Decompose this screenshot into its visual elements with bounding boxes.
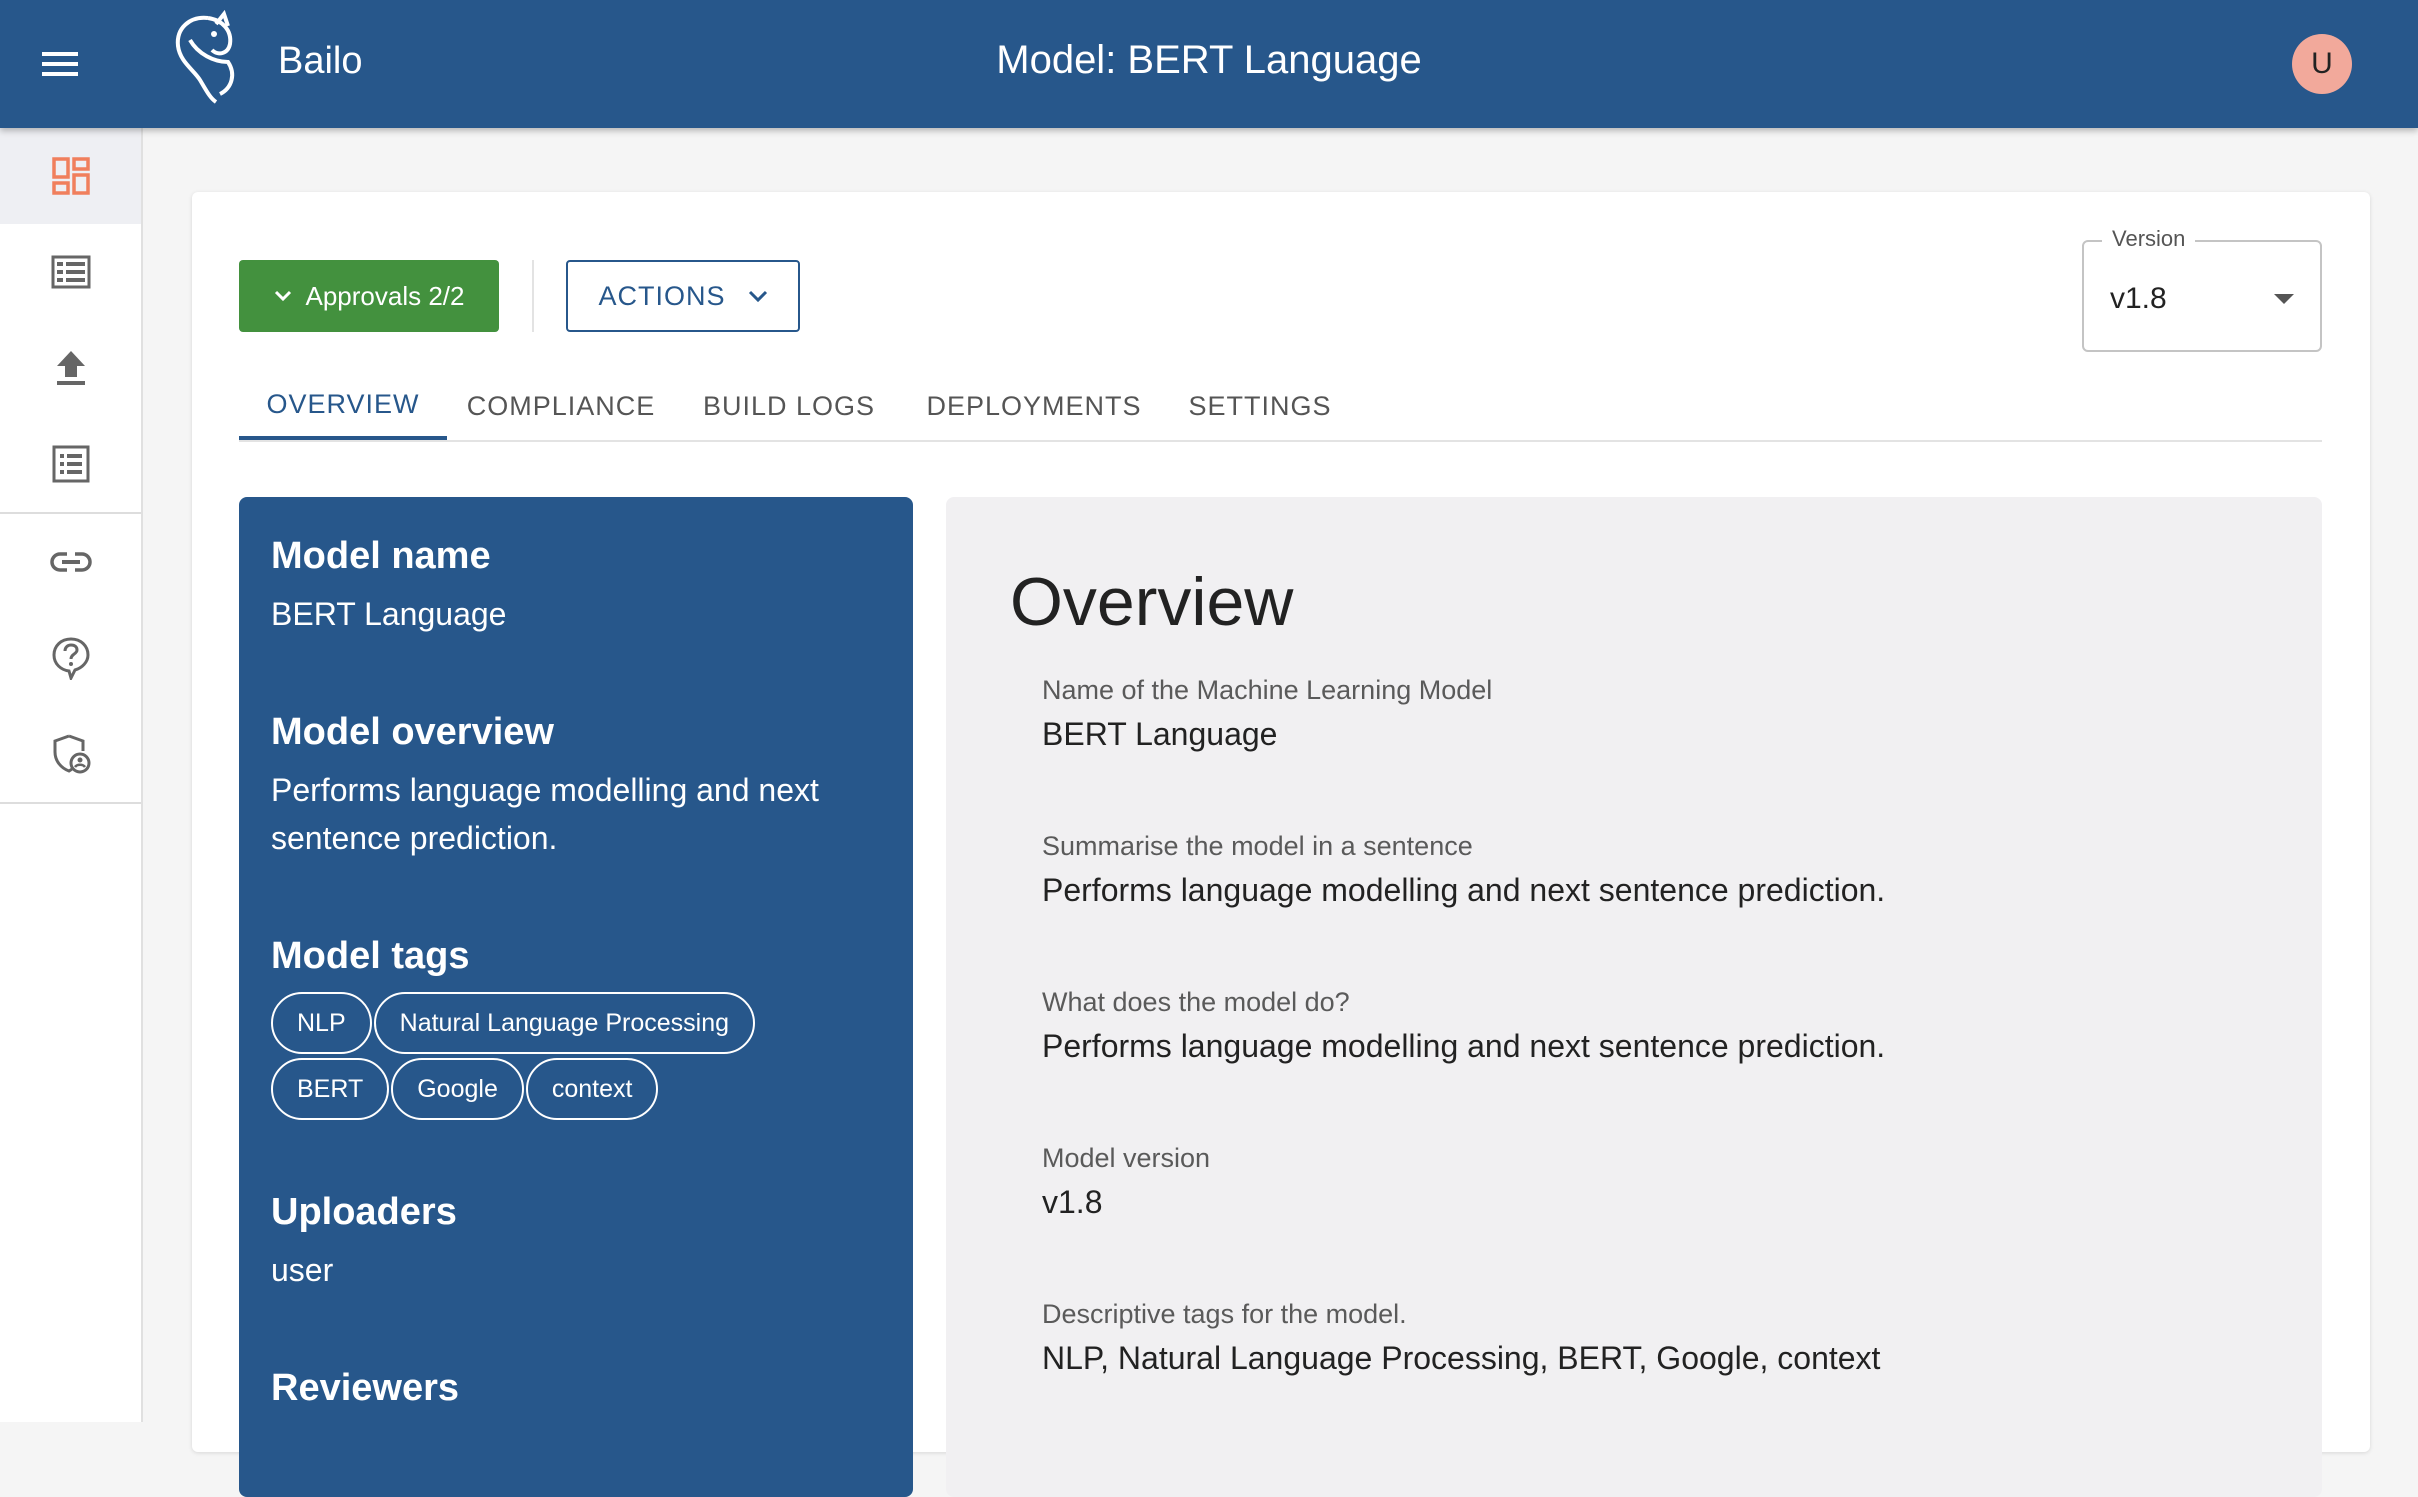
uploaders-value: user <box>271 1252 334 1288</box>
dashboard-icon <box>51 157 90 195</box>
tab-settings[interactable]: SETTINGS <box>1165 372 1355 440</box>
model-tags-heading: Model tags <box>271 935 470 977</box>
tag-chip: context <box>525 1058 659 1120</box>
version-select[interactable]: Version v1.8 <box>2082 226 2322 352</box>
approvals-label: Approvals 2/2 <box>305 280 465 311</box>
field-label: Name of the Machine Learning Model <box>1042 675 1493 705</box>
tag-chip: Natural Language Processing <box>373 992 756 1054</box>
shield-admin-icon <box>53 734 90 774</box>
sidebar-item-link[interactable] <box>0 514 141 610</box>
sidebar-item-upload[interactable] <box>0 320 141 416</box>
field-value: Performs language modelling and next sen… <box>1042 872 1886 908</box>
overview-field: What does the model do? Performs languag… <box>1042 987 2242 1065</box>
model-card: Approvals 2/2 ACTIONS Version v1.8 OVERV… <box>192 192 2370 1497</box>
help-icon <box>51 637 90 680</box>
page-title-wrap: Model: BERT Language <box>0 38 2418 83</box>
sidebar-item-admin[interactable] <box>0 706 141 802</box>
sidebar-divider <box>0 802 141 804</box>
model-name-value: BERT Language <box>271 596 507 632</box>
actions-button[interactable]: ACTIONS <box>566 260 800 332</box>
overview-panel: Overview Name of the Machine Learning Mo… <box>946 497 2322 1497</box>
sidebar-item-list[interactable] <box>0 224 141 320</box>
model-overview-heading: Model overview <box>271 711 554 753</box>
dropdown-caret-icon <box>2274 294 2294 304</box>
model-overview-section: Model overview Performs language modelli… <box>271 711 881 862</box>
overview-title: Overview <box>1010 564 1294 640</box>
checklist-icon <box>52 445 89 483</box>
version-value: v1.8 <box>2110 282 2167 315</box>
model-tags-section: Model tags NLP Natural Language Processi… <box>271 935 881 1122</box>
tag-chip: BERT <box>271 1058 390 1120</box>
field-value: NLP, Natural Language Processing, BERT, … <box>1042 1340 1881 1376</box>
page-title: Model: BERT Language <box>996 38 1422 82</box>
bailo-logo-icon[interactable] <box>170 10 248 106</box>
tag-chip-list: NLP Natural Language Processing BERT Goo… <box>271 992 791 1122</box>
tab-build-logs[interactable]: BUILD LOGS <box>675 372 903 440</box>
chevron-down-icon <box>748 290 767 302</box>
field-label: What does the model do? <box>1042 987 1350 1017</box>
toolbar-divider <box>532 260 534 332</box>
tab-bar: OVERVIEW COMPLIANCE BUILD LOGS DEPLOYMEN… <box>239 372 2322 442</box>
model-name-section: Model name BERT Language <box>271 535 881 638</box>
tab-compliance[interactable]: COMPLIANCE <box>447 372 675 440</box>
sidebar-item-checklist[interactable] <box>0 416 141 512</box>
reviewers-section: Reviewers <box>271 1367 881 1410</box>
field-value: v1.8 <box>1042 1184 1103 1220</box>
model-overview-value: Performs language modelling and next sen… <box>271 772 819 856</box>
overview-field: Summarise the model in a sentence Perfor… <box>1042 831 2242 909</box>
field-label: Descriptive tags for the model. <box>1042 1299 1407 1329</box>
model-summary-panel: Model name BERT Language Model overview … <box>239 497 913 1497</box>
app-bar: Bailo Model: BERT Language U <box>0 0 2418 128</box>
tab-overview[interactable]: OVERVIEW <box>239 372 447 440</box>
sidebar-item-dashboard[interactable] <box>0 128 141 224</box>
tag-chip: Google <box>391 1058 524 1120</box>
app-name[interactable]: Bailo <box>278 40 363 83</box>
field-value: Performs language modelling and next sen… <box>1042 1028 1886 1064</box>
sidebar <box>0 128 143 1422</box>
overview-field: Name of the Machine Learning Model BERT … <box>1042 675 2242 753</box>
overview-field: Model version v1.8 <box>1042 1143 2242 1221</box>
field-value: BERT Language <box>1042 716 1278 752</box>
field-label: Model version <box>1042 1143 1211 1173</box>
hamburger-menu-icon <box>42 52 78 76</box>
link-icon <box>49 552 92 572</box>
uploaders-section: Uploaders user <box>271 1191 881 1294</box>
sidebar-item-help[interactable] <box>0 610 141 706</box>
tab-deployments[interactable]: DEPLOYMENTS <box>903 372 1165 440</box>
overview-field: Descriptive tags for the model. NLP, Nat… <box>1042 1299 2242 1377</box>
chevron-down-icon <box>274 290 291 302</box>
hamburger-menu-button[interactable] <box>28 32 92 96</box>
field-label: Summarise the model in a sentence <box>1042 831 1473 861</box>
approvals-button[interactable]: Approvals 2/2 <box>239 260 499 332</box>
version-label: Version <box>2102 226 2196 252</box>
reviewers-heading: Reviewers <box>271 1367 460 1409</box>
actions-label: ACTIONS <box>598 280 726 311</box>
tag-chip: NLP <box>271 992 372 1054</box>
uploaders-heading: Uploaders <box>271 1191 457 1233</box>
list-icon <box>51 255 90 289</box>
user-avatar[interactable]: U <box>2292 34 2352 94</box>
model-name-heading: Model name <box>271 535 491 577</box>
upload-icon <box>56 351 85 385</box>
